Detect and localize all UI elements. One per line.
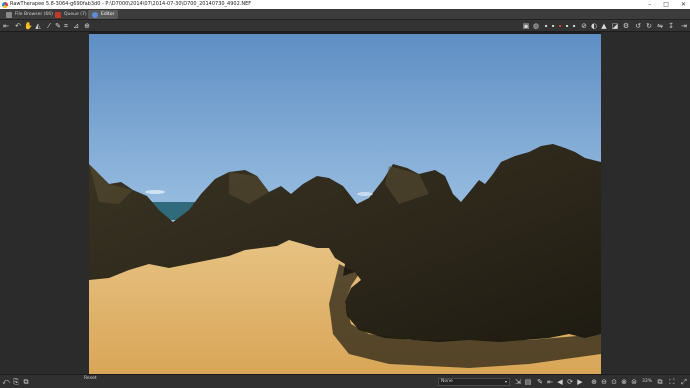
- flip-vertical-icon[interactable]: ↧: [667, 22, 675, 30]
- window-controls: – □ ✕: [648, 0, 686, 9]
- cloud: [357, 192, 373, 196]
- folder-icon: [6, 11, 12, 18]
- maximize-icon[interactable]: □: [663, 0, 669, 9]
- hand-icon[interactable]: ✋: [24, 22, 33, 30]
- zoom-value: 33%: [642, 379, 653, 384]
- image-canvas[interactable]: [89, 32, 601, 374]
- rotate-left-icon[interactable]: ↺: [634, 22, 642, 30]
- zoom-fit-icon[interactable]: ⊙: [610, 378, 618, 386]
- wb-picker-icon[interactable]: ◭: [34, 22, 42, 30]
- tab-file-browser-label: File Browser (66): [15, 12, 53, 17]
- tab-queue[interactable]: Queue (7): [51, 10, 91, 19]
- rotate-right-icon[interactable]: ↻: [645, 22, 653, 30]
- editor-icon: [92, 11, 98, 18]
- focus-mask-icon[interactable]: ◍: [532, 22, 540, 30]
- history-icon[interactable]: ⤺: [2, 378, 10, 386]
- zoom-crop-icon[interactable]: ⊜: [630, 378, 638, 386]
- color-picker-icon[interactable]: ⁄: [45, 22, 53, 30]
- cloud: [145, 190, 165, 194]
- chevron-down-icon: ▾: [504, 379, 507, 384]
- next-image-icon[interactable]: ▶: [576, 378, 584, 386]
- zoom-in-icon[interactable]: ⊕: [590, 378, 598, 386]
- status-bar: ⤺ ⎘ ⧉ Reset None ▾ ⇲ ▤ ✎ ⇤ ◀ ⟳ ▶ ⊕ ⊖ ⊙ ⊗…: [0, 374, 690, 388]
- crop-icon[interactable]: ⌗: [62, 22, 70, 30]
- profile-select-value: None: [441, 379, 453, 384]
- sidebar-toggle-icon[interactable]: ⇤: [2, 22, 10, 30]
- snapshot-icon[interactable]: ⎘: [12, 378, 20, 386]
- highlight-clip-icon[interactable]: ▲: [600, 22, 608, 30]
- first-image-icon[interactable]: ⇤: [546, 378, 554, 386]
- queue-icon: [55, 11, 61, 18]
- right-panel: [601, 32, 690, 374]
- profile-select[interactable]: None ▾: [438, 378, 510, 386]
- zoom-out-icon[interactable]: ⊖: [600, 378, 608, 386]
- window-title: RawTherapee 5.8-3064-g690fab3d0 - P:\D70…: [10, 1, 252, 7]
- rawtherapee-logo-icon: [2, 1, 8, 8]
- left-panel: [0, 32, 89, 374]
- close-icon[interactable]: ✕: [681, 0, 686, 9]
- expand-icon[interactable]: ⤢: [680, 378, 688, 386]
- flip-icon[interactable]: ⇋: [656, 22, 664, 30]
- editor-toolbar: ⇤ ↶ ✋ ◭ ⁄ ✎ ⌗ ⊿ ⊕ ▣ ◍ ▪ ▪ ▪ ▪ ▪ ⊘ ◐ ▲ ◪ …: [0, 20, 690, 32]
- target-icon[interactable]: ⊕: [83, 22, 91, 30]
- straighten-icon[interactable]: ⊿: [72, 22, 80, 30]
- before-after-icon[interactable]: ◪: [611, 22, 619, 30]
- window-titlebar: RawTherapee 5.8-3064-g690fab3d0 - P:\D70…: [0, 0, 690, 9]
- panel-toggle-icon[interactable]: ⇥: [680, 22, 688, 30]
- tab-file-browser[interactable]: File Browser (66): [2, 10, 57, 19]
- sync-icon[interactable]: ⟳: [566, 378, 574, 386]
- new-window-icon[interactable]: ⧉: [656, 378, 664, 386]
- save-icon[interactable]: ▤: [524, 378, 532, 386]
- undo-history-icon[interactable]: ↶: [14, 22, 22, 30]
- prev-image-icon[interactable]: ◀: [556, 378, 564, 386]
- copy-profile-icon[interactable]: ⧉: [22, 378, 30, 386]
- channel-l-icon[interactable]: ▪: [570, 22, 578, 30]
- settings-icon[interactable]: ⚙: [622, 22, 630, 30]
- photo-preview: [89, 34, 601, 374]
- tab-editor[interactable]: Editor: [88, 10, 119, 19]
- preview-modes-icon[interactable]: ▣: [522, 22, 530, 30]
- fullscreen-icon[interactable]: ⛶: [668, 378, 676, 386]
- tab-queue-label: Queue (7): [64, 12, 87, 17]
- warning-icon[interactable]: ⊘: [580, 22, 588, 30]
- reset-label[interactable]: Reset: [84, 375, 97, 383]
- send-queue-icon[interactable]: ⇲: [514, 378, 522, 386]
- tab-editor-label: Editor: [101, 12, 115, 17]
- open-external-icon[interactable]: ✎: [536, 378, 544, 386]
- eyedropper-icon[interactable]: ✎: [54, 22, 62, 30]
- minimize-icon[interactable]: –: [648, 0, 651, 9]
- zoom-100-icon[interactable]: ⊗: [620, 378, 628, 386]
- main-tab-bar: File Browser (66) Queue (7) Editor: [0, 9, 690, 20]
- shadow-clip-icon[interactable]: ◐: [590, 22, 598, 30]
